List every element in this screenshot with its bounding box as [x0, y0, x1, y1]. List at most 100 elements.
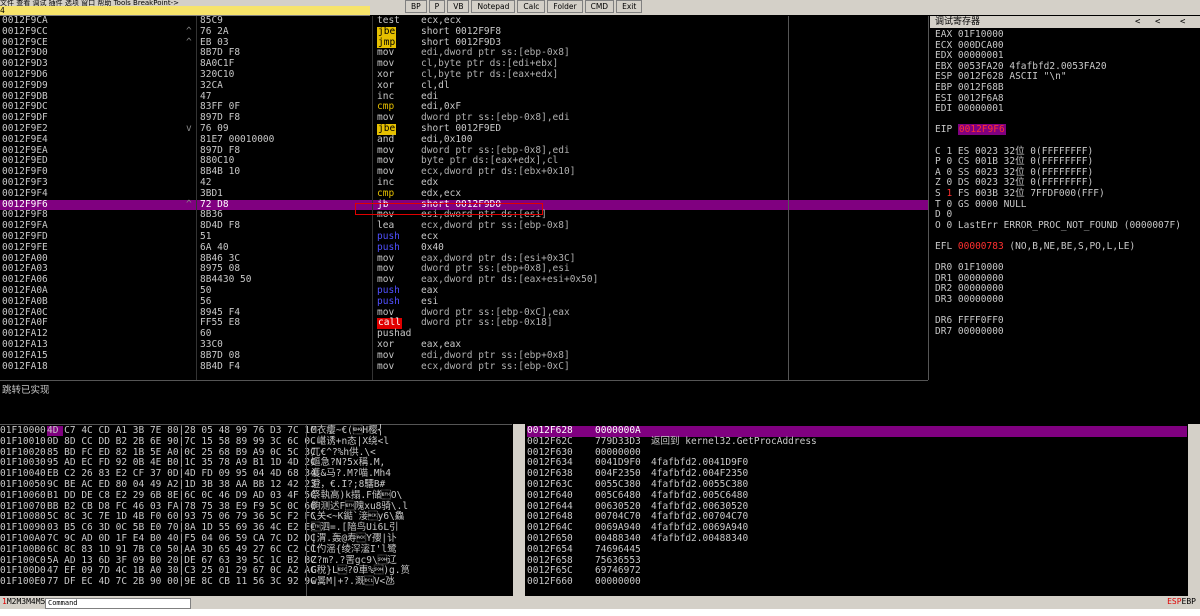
disasm-mnemonic: mov — [377, 349, 395, 361]
stack-value: 005C6480 — [595, 489, 641, 501]
disasm-hex: 8B4D F4 — [200, 360, 241, 372]
command-label-text: M2M3M4M5 — [6, 597, 46, 606]
dump-address: 01F10060 — [0, 489, 46, 501]
info-text: 跳转已实现 — [2, 385, 50, 396]
column-divider — [372, 16, 373, 380]
scroll-left-icon[interactable]: < — [1135, 16, 1140, 28]
register-line[interactable]: EFL 00000783 (NO,B,NE,BE,S,PO,L,LE) — [935, 241, 1136, 253]
disasm-operand: eax,dword ptr ds:[eax+esi+0x50] — [421, 274, 599, 286]
registers-title: 调试寄存器 — [935, 17, 981, 27]
disasm-hex: 6A 40 — [200, 241, 229, 253]
register-text: O 0 LastErr ERROR_PROC_NOT_FOUND (000000… — [935, 219, 1181, 231]
disasm-hex: 81E7 00010000 — [200, 133, 275, 145]
disasm-operand: ecx,dword ptr ss:[ebp-0xC] — [421, 360, 570, 372]
disasm-operand: edi,0x100 — [421, 133, 473, 145]
register-text: P 0 CS 001B 32位 0(FFFFFFFF) — [935, 156, 1094, 168]
stack-address: 0012F654 — [527, 543, 573, 555]
bp-button[interactable]: BP — [405, 0, 427, 13]
register-text: (NO,B,NE,BE,S,PO,L,LE) — [1003, 241, 1136, 252]
disassembly-pane[interactable]: 0012F9CA 85C9 test ecx,ecx 0012F9CC ^ 76 2A jbe… — [0, 16, 929, 380]
disasm-mnemonic: jbe — [377, 25, 397, 38]
folder-button[interactable]: Folder — [547, 0, 583, 13]
p-button[interactable]: P — [428, 0, 446, 13]
stack-scrollbar[interactable] — [1188, 424, 1200, 596]
info-pane — [0, 380, 928, 425]
stack-row[interactable]: 0012F62C 779D33D3 返回到 kernel32.GetProcAddr… — [527, 435, 1187, 448]
dump-ascii: w暠M|+?.溉V<氹 — [311, 576, 395, 588]
register-text: D 0 — [935, 209, 953, 221]
register-name: EFL — [935, 241, 953, 252]
disasm-mnemonic: push — [377, 295, 400, 307]
address-field[interactable]: 4 — [0, 6, 370, 16]
disasm-mnemonic: xor — [377, 79, 395, 91]
register-text: DR1 00000000 — [935, 272, 1004, 284]
register-text: DR3 00000000 — [935, 294, 1004, 305]
register-text: ESI 0012F6A8 — [935, 92, 1004, 104]
disasm-address: 0012FA15 — [2, 349, 48, 361]
disasm-operand: short 0012F9F8 — [421, 25, 502, 37]
register-line[interactable]: EIP 0012F9F6 — [935, 124, 1006, 136]
calc-button[interactable]: Calc — [517, 0, 546, 13]
register-text: EBX 0053FA20 4fafbfd2.0053FA20 — [935, 60, 1107, 72]
dump-row[interactable]: 01F100B0 6C 8C 83 1D 91 7B C0 50|AA 3D 65… — [0, 543, 512, 556]
disasm-address: 0012FA18 — [2, 360, 48, 372]
register-text: EDI 00000001 — [935, 103, 1004, 115]
register-text: EDX 00000001 — [935, 50, 1004, 62]
dump-scrollbar[interactable] — [513, 424, 525, 596]
dump-hex: 77 DF EC 4D 7C 2B 90 00|9E 8C CB 11 56 3… — [47, 576, 316, 588]
stack-row[interactable]: 0012F640 005C6480 4fafbfd2.005C6480 — [527, 489, 1187, 502]
disasm-mnemonic: push — [377, 241, 400, 253]
status-text: EBP — [1181, 597, 1196, 606]
notepad-button[interactable]: Notepad — [471, 0, 516, 13]
disasm-address: 0012F9E4 — [2, 133, 48, 145]
register-line[interactable]: EDI 00000001 — [935, 103, 1004, 115]
register-text: ECX 000DCA00 — [935, 39, 1004, 51]
register-line[interactable]: DR7 00000000 — [935, 325, 1004, 338]
stack-comment: 4fafbfd2.00488340 — [651, 533, 749, 544]
register-text: DR6 FFFF0FF0 — [935, 315, 1004, 327]
register-text: DR7 00000000 — [935, 325, 1004, 337]
dump-address: 01F100B0 — [0, 543, 46, 555]
jump-arrow-icon: ^ — [186, 198, 192, 210]
dump-row[interactable]: 01F10010 0D 8D CC DD B2 2B 6E 90|7C 15 58… — [0, 435, 512, 448]
disasm-address: 0012F9FE — [2, 241, 48, 253]
stack-value: 74696445 — [595, 543, 641, 555]
disasm-operand: edx,ecx — [421, 187, 462, 199]
dump-row[interactable]: 01F10060 B1 DD DE C8 E2 29 6B 8E|6C 0C 46… — [0, 489, 512, 502]
disasm-mnemonic: and — [377, 133, 395, 145]
disasm-operand: cl,dl — [421, 79, 450, 91]
register-text: ESP 0012F628 ASCII "\n" — [935, 71, 1067, 83]
stack-value: 779D33D3 — [595, 435, 641, 447]
register-text: Z 0 DS 0023 32位 0(FFFFFFFF) — [935, 177, 1094, 189]
jump-arrow-icon: ^ — [186, 25, 192, 37]
dump-address: 01F100E0 — [0, 576, 46, 588]
command-input[interactable]: Command — [45, 598, 191, 609]
disasm-hex: 32CA — [200, 79, 223, 91]
register-line[interactable]: DR3 00000000 — [935, 294, 1004, 306]
cmd-button[interactable]: CMD — [584, 0, 615, 13]
disasm-mnemonic: mov — [377, 360, 395, 372]
register-line[interactable]: O 0 LastErr ERROR_PROC_NOT_FOUND (000000… — [935, 219, 1181, 232]
register-text: EBP 0012F68B — [935, 82, 1004, 93]
vb-button[interactable]: VB — [447, 0, 470, 13]
disasm-operand: ecx,dword ptr ds:[ebx+0x10] — [421, 166, 576, 178]
scroll-left-icon[interactable]: < — [1155, 16, 1160, 28]
dump-ascii: .嵁诱+n态|X绕<l — [311, 435, 390, 447]
disasm-operand: esi — [421, 295, 439, 307]
register-text: EAX 01F10000 — [935, 29, 1004, 40]
stack-row[interactable]: 0012F660 00000000 — [527, 576, 1187, 588]
disasm-operand: ecx,dword ptr ss:[ebp-0x8] — [421, 220, 570, 232]
stack-comment: 返回到 kernel32.GetProcAddress — [651, 435, 817, 447]
disasm-operand: dword ptr ss:[ebp-0x18] — [421, 317, 553, 329]
exit-button[interactable]: Exit — [616, 0, 643, 13]
scroll-left-icon[interactable]: < — [1180, 16, 1185, 28]
toolbar-buttons: BP P VB Notepad Calc Folder CMD Exit — [405, 0, 643, 13]
disasm-mnemonic: cmp — [377, 187, 395, 199]
dump-hex: 6C 8C 83 1D 91 7B C0 50|AA 3D 65 49 27 6… — [47, 543, 316, 555]
jump-arrow-icon: ^ — [186, 36, 192, 48]
disasm-hex: 76 2A — [200, 25, 229, 37]
stack-row[interactable]: 0012F654 74696445 — [527, 543, 1187, 556]
disasm-operand: edi,dword ptr ss:[ebp+0x8] — [421, 349, 570, 361]
column-divider — [788, 16, 789, 380]
dump-row[interactable]: 01F100E0 77 DF EC 4D 7C 2B 90 00|9E 8C CB… — [0, 576, 512, 588]
